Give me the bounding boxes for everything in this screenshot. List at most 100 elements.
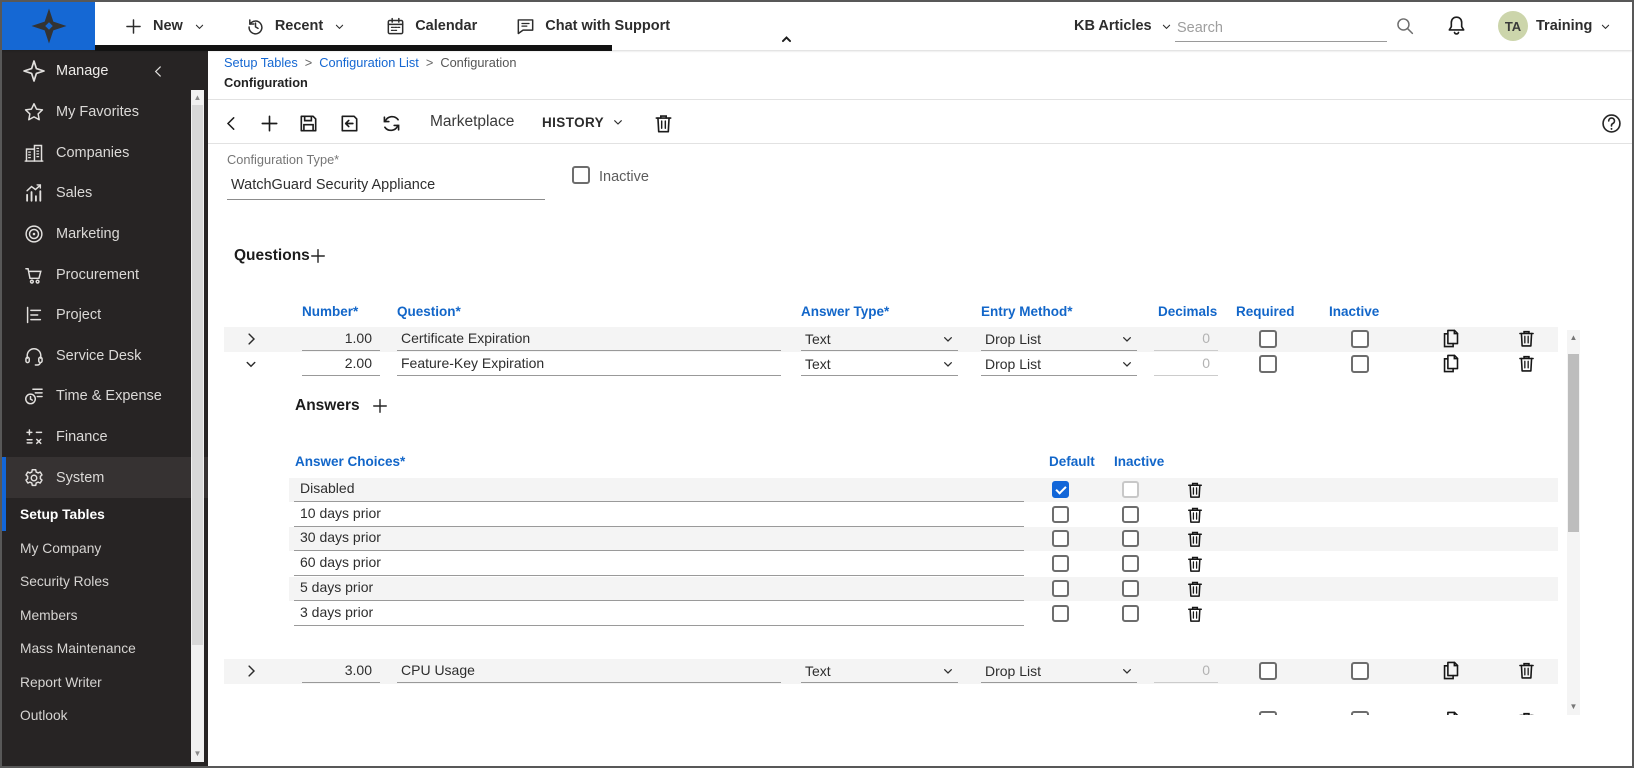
question-text-field[interactable]: CPU Usage [397, 659, 781, 683]
answer-choice-field[interactable]: 3 days prior [294, 602, 1024, 626]
default-checkbox[interactable] [1052, 506, 1069, 523]
save-button[interactable] [295, 110, 321, 136]
delete-answer-button[interactable] [1185, 480, 1205, 500]
questions-scrollbar[interactable]: ▲ ▼ [1567, 330, 1580, 715]
save-and-close-button[interactable] [336, 110, 362, 136]
delete-button[interactable] [650, 110, 676, 136]
delete-row-button[interactable] [1516, 353, 1537, 374]
answer-inactive-checkbox[interactable] [1122, 605, 1139, 622]
default-checkbox[interactable] [1052, 605, 1069, 622]
user-menu[interactable]: Training [1536, 2, 1613, 50]
expand-row-button[interactable] [242, 662, 260, 680]
sidebar-item-marketing[interactable]: Marketing [2, 214, 208, 255]
topmenu-recent[interactable]: Recent [226, 2, 366, 50]
configuration-type-field[interactable]: WatchGuard Security Appliance [231, 177, 435, 193]
topmenu-chat-with-support[interactable]: Chat with Support [496, 2, 689, 50]
required-checkbox[interactable] [1259, 355, 1277, 373]
scrollbar-down-arrow[interactable]: ▼ [1567, 701, 1580, 713]
answer-type-select[interactable]: Text [801, 327, 958, 351]
default-checkbox[interactable] [1052, 481, 1069, 498]
add-answer-button[interactable] [370, 396, 390, 416]
question-number-field[interactable]: 2.00 [302, 352, 380, 376]
sidebar-subitem-report-writer[interactable]: Report Writer [2, 665, 208, 699]
answer-choice-field[interactable]: 60 days prior [294, 552, 1024, 576]
delete-answer-button[interactable] [1185, 554, 1205, 574]
answer-inactive-checkbox[interactable] [1122, 555, 1139, 572]
delete-answer-button[interactable] [1185, 579, 1205, 599]
collapse-header-chevron[interactable] [777, 30, 796, 49]
question-text-field[interactable]: Feature-Key Expiration [397, 352, 781, 376]
scrollbar-up-arrow[interactable]: ▲ [191, 92, 204, 104]
answer-type-select[interactable]: Text [801, 352, 958, 376]
sidebar-item-service-desk[interactable]: Service Desk [2, 336, 208, 377]
sidebar-subitem-my-company[interactable]: My Company [2, 531, 208, 565]
answer-choice-field[interactable]: 5 days prior [294, 577, 1024, 601]
sidebar-scrollbar-thumb[interactable] [192, 105, 203, 645]
row-inactive-checkbox[interactable] [1351, 330, 1369, 348]
history-dropdown[interactable]: HISTORY [542, 114, 626, 130]
row-inactive-checkbox[interactable] [1351, 355, 1369, 373]
required-checkbox[interactable] [1259, 711, 1277, 715]
required-checkbox[interactable] [1259, 330, 1277, 348]
default-checkbox[interactable] [1052, 555, 1069, 572]
sidebar-scrollbar[interactable]: ▲ ▼ [191, 90, 204, 762]
delete-answer-button[interactable] [1185, 604, 1205, 624]
delete-answer-button[interactable] [1185, 529, 1205, 549]
entry-method-select[interactable]: Drop List [981, 659, 1137, 683]
back-button[interactable] [218, 110, 244, 136]
delete-row-button[interactable] [1516, 710, 1537, 715]
answer-inactive-checkbox[interactable] [1122, 481, 1139, 498]
add-question-button[interactable] [308, 246, 328, 266]
decimals-field[interactable]: 0 [1154, 352, 1218, 376]
sidebar-subitem-setup-tables[interactable]: Setup Tables [2, 498, 208, 532]
question-number-field[interactable]: 3.00 [302, 659, 380, 683]
answer-choice-field[interactable]: Disabled [294, 478, 1024, 502]
question-number-field[interactable]: 1.00 [302, 327, 380, 351]
sidebar-subitem-mass-maintenance[interactable]: Mass Maintenance [2, 632, 208, 666]
decimals-field[interactable]: 0 [1154, 327, 1218, 351]
delete-answer-button[interactable] [1185, 505, 1205, 525]
required-checkbox[interactable] [1259, 662, 1277, 680]
answer-inactive-checkbox[interactable] [1122, 506, 1139, 523]
answer-choice-field[interactable]: 30 days prior [294, 527, 1024, 551]
sidebar-item-sales[interactable]: Sales [2, 173, 208, 214]
answer-inactive-checkbox[interactable] [1122, 530, 1139, 547]
sidebar-header-manage[interactable]: Manage [2, 50, 208, 92]
scrollbar-up-arrow[interactable]: ▲ [1567, 332, 1580, 344]
answer-type-select[interactable]: Text [801, 659, 958, 683]
answer-inactive-checkbox[interactable] [1122, 580, 1139, 597]
breadcrumb-configuration-list[interactable]: Configuration List [319, 55, 419, 70]
add-button[interactable] [256, 110, 282, 136]
notifications-bell-icon[interactable] [1445, 14, 1468, 37]
sidebar-subitem-members[interactable]: Members [2, 598, 208, 632]
help-button[interactable] [1598, 110, 1624, 136]
topmenu-new[interactable]: New [104, 2, 226, 50]
copy-row-button[interactable] [1440, 353, 1461, 374]
answer-choice-field[interactable]: 10 days prior [294, 503, 1024, 527]
default-checkbox[interactable] [1052, 580, 1069, 597]
sidebar-item-procurement[interactable]: Procurement [2, 254, 208, 295]
sidebar-item-time-expense[interactable]: Time & Expense [2, 376, 208, 417]
default-checkbox[interactable] [1052, 530, 1069, 547]
kb-articles-menu[interactable]: KB Articles [1074, 2, 1174, 50]
row-inactive-checkbox[interactable] [1351, 662, 1369, 680]
copy-row-button[interactable] [1440, 710, 1461, 715]
refresh-button[interactable] [378, 110, 404, 136]
sidebar-item-finance[interactable]: Finance [2, 417, 208, 458]
user-avatar[interactable]: TA [1498, 11, 1528, 41]
decimals-field[interactable]: 0 [1154, 659, 1218, 683]
entry-method-select[interactable]: Drop List [981, 327, 1137, 351]
marketplace-button[interactable]: Marketplace [430, 113, 514, 131]
search-input[interactable] [1175, 18, 1387, 42]
sidebar-item-my-favorites[interactable]: My Favorites [2, 92, 208, 133]
question-text-field[interactable]: Certificate Expiration [397, 327, 781, 351]
topmenu-calendar[interactable]: Calendar [366, 2, 496, 50]
sidebar-subitem-outlook[interactable]: Outlook [2, 699, 208, 733]
sidebar-item-companies[interactable]: Companies [2, 133, 208, 174]
app-logo[interactable] [2, 2, 95, 50]
sidebar-subitem-security-roles[interactable]: Security Roles [2, 565, 208, 599]
expand-row-button[interactable] [242, 330, 260, 348]
entry-method-select[interactable]: Drop List [981, 352, 1137, 376]
expand-row-button[interactable] [242, 355, 260, 373]
delete-row-button[interactable] [1516, 328, 1537, 349]
